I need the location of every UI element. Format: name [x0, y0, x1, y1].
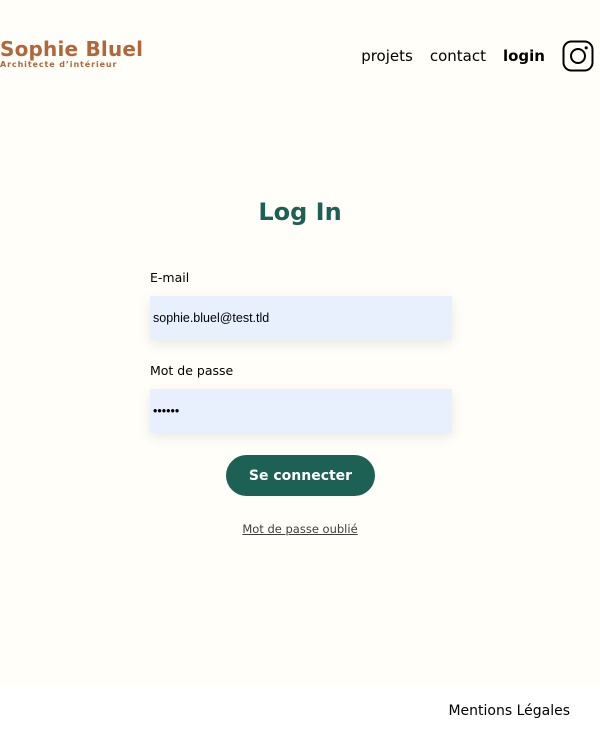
site-header: Sophie Bluel Architecte d’intérieur proj…: [0, 0, 600, 110]
brand-name: Sophie Bluel: [0, 37, 144, 61]
main-nav: projets contact login: [361, 40, 594, 72]
password-label: Mot de passe: [150, 363, 234, 378]
site-footer: Mentions Légales: [0, 685, 600, 737]
login-form: E-mail Mot de passe: [150, 268, 452, 433]
legal-notice-link[interactable]: Mentions Légales: [448, 703, 570, 719]
nav-link-contact[interactable]: contact: [430, 47, 486, 65]
login-submit-button[interactable]: Se connecter: [226, 455, 375, 496]
nav-link-projets[interactable]: projets: [361, 47, 413, 65]
nav-link-login[interactable]: login: [503, 47, 545, 65]
page-title: Log In: [258, 198, 342, 226]
forgot-password-link[interactable]: Mot de passe oublié: [0, 522, 600, 536]
instagram-icon[interactable]: [562, 40, 594, 72]
brand-logo[interactable]: Sophie Bluel Architecte d’intérieur: [0, 38, 143, 69]
password-field[interactable]: [150, 389, 452, 433]
email-label: E-mail: [150, 270, 190, 285]
brand-subtitle: Architecte d’intérieur: [0, 60, 118, 69]
email-field[interactable]: [150, 296, 452, 340]
